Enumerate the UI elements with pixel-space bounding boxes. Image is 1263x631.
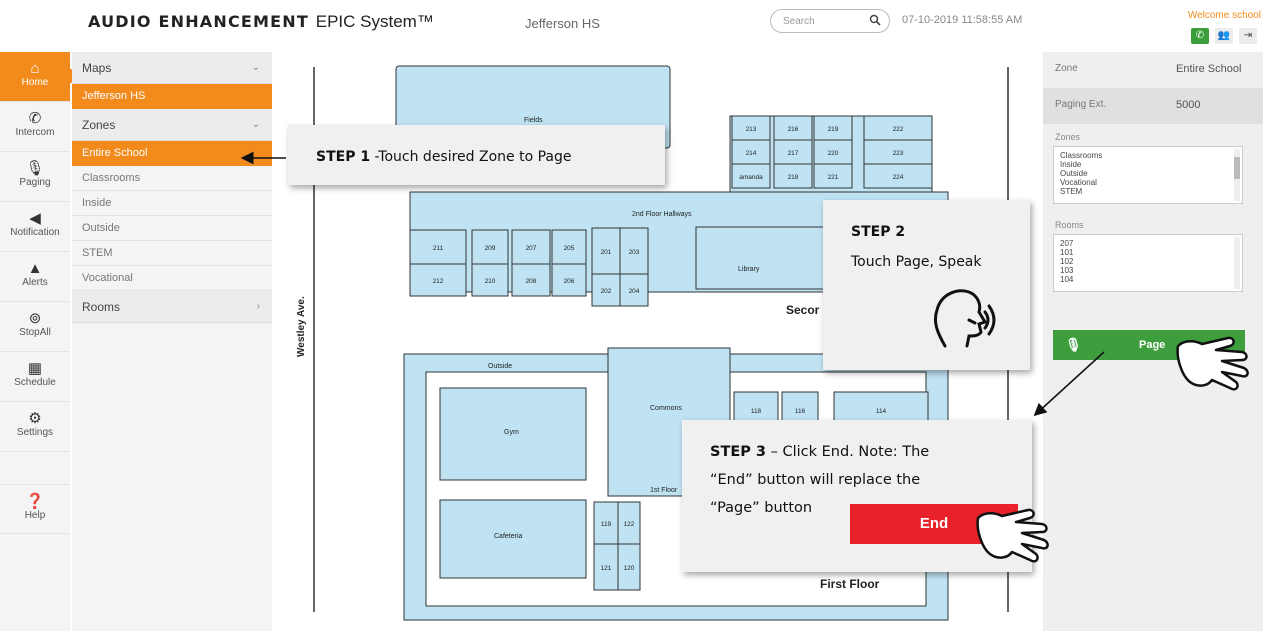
step1-text: -Touch desired Zone to Page: [370, 149, 572, 165]
step2-text: Touch Page, Speak: [851, 254, 982, 270]
pointing-hand-icon: [976, 508, 1049, 563]
annotation-arrows: [240, 151, 1105, 417]
pointing-hand-icon: [1176, 336, 1249, 391]
app-window: AUDIO ENHANCEMENT EPIC System™ Jefferson…: [0, 0, 1263, 631]
step2-callout: STEP 2 Touch Page, Speak: [823, 200, 1030, 370]
step3-title: STEP 3: [710, 444, 767, 460]
step3-line2: “End” button will replace the: [710, 472, 921, 488]
step3-arrow: [1033, 351, 1105, 417]
step3-line1: – Click End. Note: The: [766, 444, 930, 460]
speaking-head-icon: [933, 289, 996, 348]
step1-callout: STEP 1 -Touch desired Zone to Page: [288, 125, 665, 185]
step1-title: STEP 1: [316, 149, 371, 165]
step2-title: STEP 2: [851, 224, 906, 240]
